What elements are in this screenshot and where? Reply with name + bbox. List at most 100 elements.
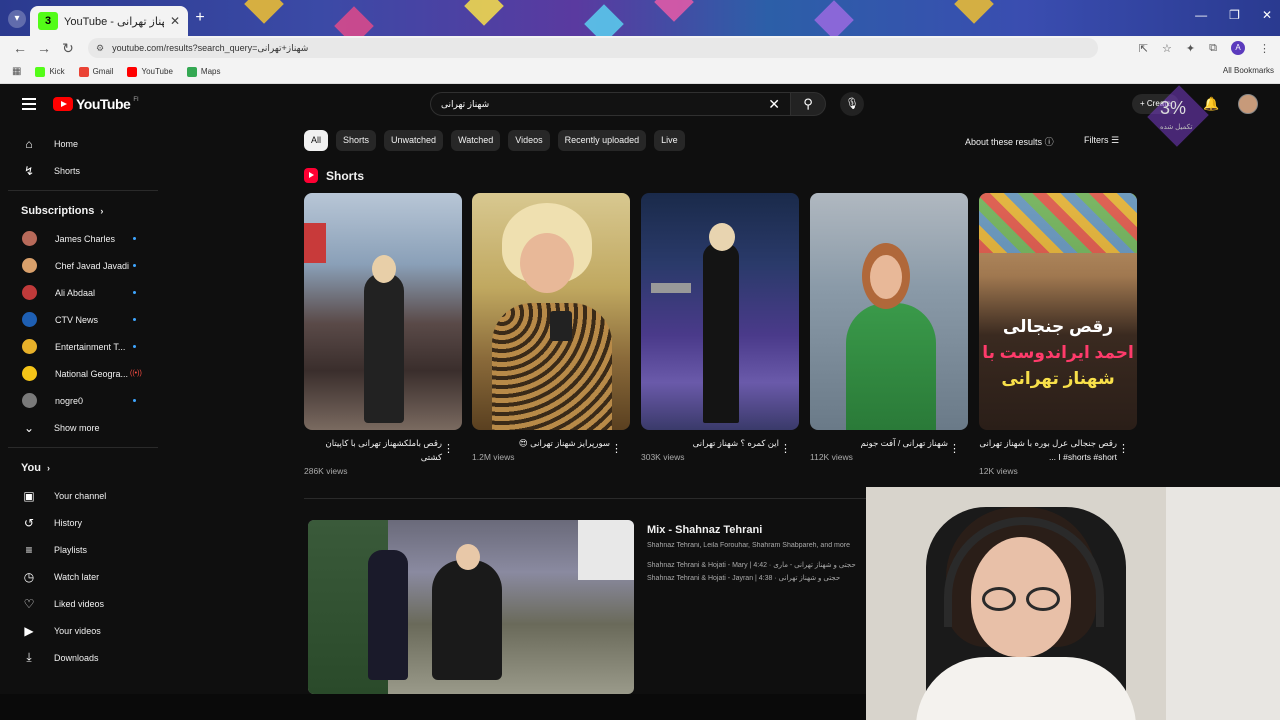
more-actions-icon[interactable]: ⋮ bbox=[611, 442, 622, 455]
short-title[interactable]: سورپرایز شهناز تهرانی 😍 bbox=[472, 436, 630, 450]
short-thumbnail[interactable]: رقص جنجالی احمد ایراندوست با شهناز تهران… bbox=[979, 193, 1137, 430]
sidebar-item-home[interactable]: ⌂ Home bbox=[0, 130, 160, 157]
chip-all[interactable]: All bbox=[304, 130, 329, 151]
notifications-icon[interactable]: 🔔 bbox=[1203, 96, 1219, 112]
sidebar-item-liked-videos[interactable]: ♡ Liked videos bbox=[0, 590, 160, 617]
bookmark-kick[interactable]: Kick bbox=[35, 66, 65, 77]
profile-avatar[interactable]: A bbox=[1231, 41, 1245, 55]
puzzle-icon[interactable]: ⧉ bbox=[1209, 42, 1217, 55]
short-card[interactable]: رقص جنجالی احمد ایراندوست با شهناز تهران… bbox=[979, 193, 1137, 476]
mix-track[interactable]: Shahnaz Tehrani & Hojati - Jayran | 4:38… bbox=[647, 574, 867, 582]
subscriptions-header[interactable]: Subscriptions › bbox=[0, 197, 160, 225]
sidebar-item-your-channel[interactable]: ▣ Your channel bbox=[0, 482, 160, 509]
decoration bbox=[244, 0, 284, 24]
more-actions-icon[interactable]: ⋮ bbox=[1118, 442, 1129, 455]
sidebar-item-downloads[interactable]: ⤓ Downloads bbox=[0, 644, 160, 671]
history-icon: ↺ bbox=[23, 515, 35, 530]
overlay-percent: 3% bbox=[1160, 98, 1187, 118]
sidebar-sub-chef-javad[interactable]: Chef Javad Javadi bbox=[0, 252, 160, 279]
new-tab-button[interactable]: + bbox=[192, 10, 208, 26]
mix-track[interactable]: Shahnaz Tehrani & Hojati - Mary | 4:42 ·… bbox=[647, 561, 867, 569]
close-window-icon[interactable]: ✕ bbox=[1262, 8, 1272, 22]
site-info-icon[interactable]: ⚙ bbox=[96, 43, 104, 54]
reload-icon[interactable]: ↻ bbox=[56, 40, 80, 57]
address-bar[interactable]: ⚙ youtube.com/results?search_query=شهناز… bbox=[88, 38, 1098, 58]
browser-menu-icon[interactable]: ⋮ bbox=[1259, 42, 1270, 55]
short-thumbnail[interactable] bbox=[810, 193, 968, 430]
short-card[interactable]: این کمره ؟ شهناز تهرانی 303K views ⋮ bbox=[641, 193, 799, 462]
tab-title: YouTube - شهناز تهرانی bbox=[64, 15, 164, 28]
decoration bbox=[814, 0, 854, 36]
channel-avatar bbox=[22, 339, 37, 354]
apps-grid-icon[interactable]: ▦ bbox=[12, 66, 21, 77]
flag bbox=[304, 223, 326, 263]
sidebar-sub-ali-abdaal[interactable]: Ali Abdaal bbox=[0, 279, 160, 306]
about-results-button[interactable]: About these results ⓘ bbox=[965, 135, 1054, 148]
all-bookmarks[interactable]: All Bookmarks bbox=[1223, 66, 1274, 75]
short-thumbnail[interactable] bbox=[304, 193, 462, 430]
filters-button[interactable]: Filters ☰ bbox=[1084, 135, 1119, 146]
divider bbox=[8, 447, 158, 448]
sidebar-sub-ctv-news[interactable]: CTV News bbox=[0, 306, 160, 333]
sidebar-item-your-videos[interactable]: ▶ Your videos bbox=[0, 617, 160, 644]
chip-watched[interactable]: Watched bbox=[451, 130, 501, 151]
tab-youtube[interactable]: 3 YouTube - شهناز تهرانی ✕ bbox=[30, 6, 188, 36]
short-title[interactable]: شهناز تهرانی / آفت جونم bbox=[810, 436, 968, 450]
chip-videos[interactable]: Videos bbox=[508, 130, 550, 151]
mix-title[interactable]: Mix - Shahnaz Tehrani bbox=[647, 524, 762, 536]
bookmark-gmail[interactable]: Gmail bbox=[78, 66, 113, 77]
sidebar-sub-national-geographic[interactable]: National Geogra... ((•)) bbox=[0, 360, 160, 387]
extensions-icon[interactable]: ✦ bbox=[1186, 42, 1195, 55]
chip-shorts[interactable]: Shorts bbox=[336, 130, 377, 151]
clear-search-icon[interactable]: ✕ bbox=[768, 96, 780, 113]
sidebar-item-history[interactable]: ↺ History bbox=[0, 509, 160, 536]
chip-live[interactable]: Live bbox=[654, 130, 685, 151]
sidebar-sub-nogre0[interactable]: nogre0 bbox=[0, 387, 160, 414]
chip-recently-uploaded[interactable]: Recently uploaded bbox=[557, 130, 647, 151]
forward-icon[interactable]: → bbox=[32, 40, 56, 56]
short-thumbnail[interactable] bbox=[641, 193, 799, 430]
youtube-play-icon bbox=[53, 97, 73, 111]
more-actions-icon[interactable]: ⋮ bbox=[780, 442, 791, 455]
short-card[interactable]: شهناز تهرانی / آفت جونم 112K views ⋮ bbox=[810, 193, 968, 462]
voice-search-icon[interactable]: 🎙 bbox=[840, 92, 864, 116]
short-thumbnail[interactable] bbox=[472, 193, 630, 430]
you-header[interactable]: You › bbox=[0, 454, 160, 482]
more-actions-icon[interactable]: ⋮ bbox=[443, 442, 454, 455]
short-card[interactable]: سورپرایز شهناز تهرانی 😍 1.2M views ⋮ bbox=[472, 193, 630, 462]
show-more-button[interactable]: ⌄ Show more bbox=[0, 414, 160, 441]
bookmark-maps[interactable]: Maps bbox=[186, 66, 220, 77]
sidebar-item-playlists[interactable]: ≡ Playlists bbox=[0, 536, 160, 563]
back-icon[interactable]: ← bbox=[8, 40, 32, 56]
youtube-logo[interactable]: YouTube FI bbox=[53, 96, 139, 112]
more-actions-icon[interactable]: ⋮ bbox=[949, 442, 960, 455]
short-card[interactable]: رقص باملکشهناز تهرانی با کاپیتان کشتی 28… bbox=[304, 193, 462, 476]
maximize-icon[interactable]: ❐ bbox=[1229, 8, 1240, 22]
tab-search-button[interactable]: ▾ bbox=[8, 10, 26, 28]
short-title[interactable]: رقص باملکشهناز تهرانی با کاپیتان کشتی bbox=[304, 436, 462, 464]
account-avatar[interactable] bbox=[1238, 94, 1258, 114]
tab-close-icon[interactable]: ✕ bbox=[170, 14, 180, 28]
sidebar-sub-entertainment[interactable]: Entertainment T... bbox=[0, 333, 160, 360]
shorts-icon: ↯ bbox=[23, 163, 35, 178]
short-title[interactable]: رقص جنجالی عرل بوره با شهناز تهرانی I #s… bbox=[979, 436, 1137, 464]
search-input[interactable]: شهناز تهرانی ✕ bbox=[430, 92, 790, 116]
decoration bbox=[954, 0, 994, 24]
minimize-icon[interactable]: — bbox=[1195, 8, 1207, 22]
bookmark-star-icon[interactable]: ☆ bbox=[1162, 42, 1172, 55]
short-title[interactable]: این کمره ؟ شهناز تهرانی bbox=[641, 436, 799, 450]
chip-unwatched[interactable]: Unwatched bbox=[384, 130, 444, 151]
sidebar: ⌂ Home ↯ Shorts Subscriptions › James Ch… bbox=[0, 130, 160, 671]
sidebar-item-shorts[interactable]: ↯ Shorts bbox=[0, 157, 160, 184]
bookmark-youtube[interactable]: YouTube bbox=[127, 66, 173, 77]
liked-icon: ♡ bbox=[23, 596, 35, 611]
gmail-icon bbox=[78, 66, 89, 77]
install-icon[interactable]: ⇱ bbox=[1139, 42, 1148, 55]
mix-thumbnail[interactable] bbox=[308, 520, 634, 694]
sidebar-item-watch-later[interactable]: ◷ Watch later bbox=[0, 563, 160, 590]
sidebar-sub-james-charles[interactable]: James Charles bbox=[0, 225, 160, 252]
person-figure bbox=[432, 560, 502, 680]
menu-icon[interactable] bbox=[22, 98, 36, 110]
your-channel-icon: ▣ bbox=[23, 488, 35, 503]
search-button[interactable]: ⚲ bbox=[790, 92, 826, 116]
